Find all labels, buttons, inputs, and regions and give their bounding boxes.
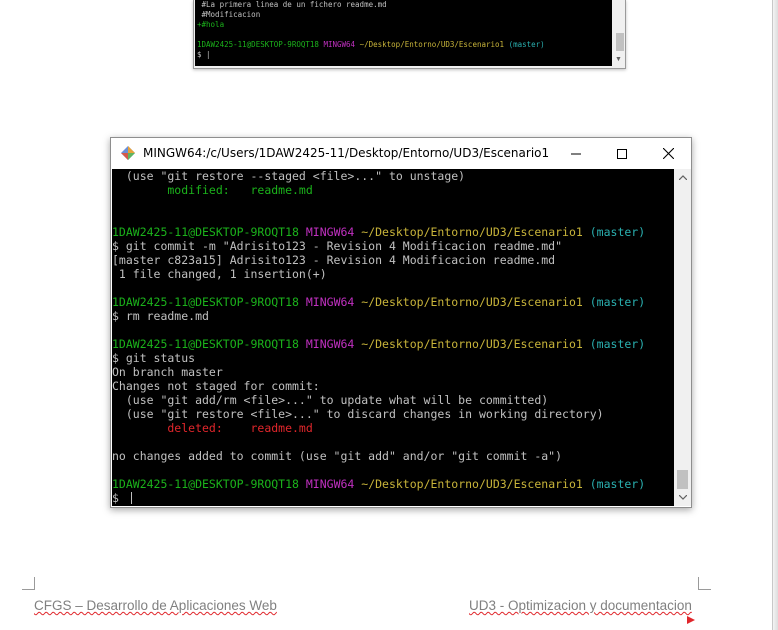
terminal-text: $ git status <box>112 351 196 365</box>
terminal-text: (master) <box>589 225 646 239</box>
terminal-line: 1DAW2425-11@DESKTOP-9ROQT18 MINGW64 ~/De… <box>112 295 674 309</box>
terminal-line: (use "git restore <file>..." to discard … <box>112 407 674 421</box>
terminal-window[interactable]: MINGW64:/c/Users/1DAW2425-11/Desktop/Ent… <box>110 137 692 508</box>
maximize-button[interactable] <box>599 138 645 169</box>
terminal-line: Changes not staged for commit: <box>112 379 674 393</box>
terminal-text: MINGW64 <box>323 40 360 49</box>
close-button[interactable] <box>645 138 691 169</box>
scroll-down-button[interactable] <box>674 489 691 506</box>
terminal-text: 1DAW2425-11@DESKTOP-9ROQT18 <box>112 477 306 491</box>
terminal-line: 1DAW2425-11@DESKTOP-9ROQT18 MINGW64 ~/De… <box>112 337 674 351</box>
terminal-text: modified: readme.md <box>112 183 313 197</box>
terminal-line: no changes added to commit (use "git add… <box>112 449 674 463</box>
terminal-text: (use "git restore <file>..." to discard … <box>112 407 604 421</box>
background-terminal-screen[interactable]: #La primera linea de un fichero readme.m… <box>195 0 612 66</box>
terminal-text: $ rm readme.md <box>112 309 209 323</box>
terminal-text: (master) <box>589 477 646 491</box>
terminal-text: ~/Desktop/Entorno/UD3/Escenario1 <box>359 40 509 49</box>
terminal-text: #La primera linea de un fichero readme.m… <box>197 0 387 9</box>
terminal-scrollbar[interactable] <box>674 169 691 506</box>
terminal-screen[interactable]: (use "git restore --staged <file>..." to… <box>112 169 674 506</box>
crop-mark-right <box>698 577 711 590</box>
terminal-line: $ rm readme.md <box>112 309 674 323</box>
terminal-text: $ | <box>197 50 211 59</box>
terminal-line: 1 file changed, 1 insertion(+) <box>112 267 674 281</box>
terminal-text: 1DAW2425-11@DESKTOP-9ROQT18 <box>112 295 306 309</box>
minimize-icon <box>571 153 581 154</box>
page-edge <box>772 0 778 630</box>
terminal-text: ~/Desktop/Entorno/UD3/Escenario1 <box>361 295 590 309</box>
terminal-line: (use "git restore --staged <file>..." to… <box>112 169 674 183</box>
title-bar[interactable]: MINGW64:/c/Users/1DAW2425-11/Desktop/Ent… <box>111 138 691 169</box>
terminal-text: ~/Desktop/Entorno/UD3/Escenario1 <box>361 337 590 351</box>
terminal-text: [master c823a15] Adrisito123 - Revision … <box>112 253 556 267</box>
chevron-up-icon <box>678 175 687 180</box>
minimize-button[interactable] <box>553 138 599 169</box>
terminal-line: 1DAW2425-11@DESKTOP-9ROQT18 MINGW64 ~/De… <box>112 225 674 239</box>
terminal-text: 1DAW2425-11@DESKTOP-9ROQT18 <box>112 225 306 239</box>
terminal-text: ~/Desktop/Entorno/UD3/Escenario1 <box>361 477 590 491</box>
red-triangle-icon <box>687 616 695 624</box>
terminal-text: (use "git restore --staged <file>..." to… <box>112 169 466 183</box>
terminal-text: 1DAW2425-11@DESKTOP-9ROQT18 <box>112 337 306 351</box>
footer-right-text: UD3 - Optimizacion y documentacion <box>469 598 692 613</box>
terminal-text: #Modificacion <box>197 10 261 19</box>
terminal-text: ~/Desktop/Entorno/UD3/Escenario1 <box>361 225 590 239</box>
terminal-text: (use "git add/rm <file>..." to update wh… <box>112 393 549 407</box>
terminal-text: no changes added to commit (use "git add… <box>112 449 563 463</box>
footer-left-text: CFGS – Desarrollo de Aplicaciones Web <box>34 598 277 613</box>
git-diamond-icon <box>121 146 135 160</box>
terminal-line: $ git status <box>112 351 674 365</box>
maximize-icon <box>617 148 627 159</box>
terminal-text: (master) <box>589 337 646 351</box>
terminal-line: #La primera linea de un fichero readme.m… <box>195 0 612 10</box>
terminal-line: [master c823a15] Adrisito123 - Revision … <box>112 253 674 267</box>
terminal-line: On branch master <box>112 365 674 379</box>
terminal-line: +#hola <box>195 20 612 30</box>
scrollbar-thumb[interactable] <box>616 33 624 51</box>
terminal-text: MINGW64 <box>305 225 362 239</box>
background-terminal-scrollbar[interactable]: ▼ <box>614 0 625 66</box>
crop-mark-left <box>22 577 35 590</box>
chevron-down-icon[interactable]: ▼ <box>615 56 622 64</box>
terminal-text: (master) <box>508 40 545 49</box>
terminal-line: 1DAW2425-11@DESKTOP-9ROQT18 MINGW64 ~/De… <box>112 477 674 491</box>
background-terminal-window[interactable]: #La primera linea de un fichero readme.m… <box>193 0 626 69</box>
terminal-line: #Modificacion <box>195 10 612 20</box>
terminal-text: (master) <box>589 295 646 309</box>
terminal-text: MINGW64 <box>305 337 362 351</box>
chevron-down-icon <box>678 495 687 500</box>
terminal-text: On branch master <box>112 365 223 379</box>
terminal-text: 1DAW2425-11@DESKTOP-9ROQT18 <box>197 40 324 49</box>
terminal-line: $ <box>112 491 674 505</box>
terminal-text: $ git commit -m "Adrisito123 - Revision … <box>112 239 563 253</box>
scroll-up-button[interactable] <box>674 169 691 186</box>
terminal-text: MINGW64 <box>305 295 362 309</box>
text-cursor <box>130 492 132 504</box>
terminal-line: modified: readme.md <box>112 183 674 197</box>
terminal-line: 1DAW2425-11@DESKTOP-9ROQT18 MINGW64 ~/De… <box>195 40 612 50</box>
terminal-line: $ git commit -m "Adrisito123 - Revision … <box>112 239 674 253</box>
terminal-line: (use "git add/rm <file>..." to update wh… <box>112 393 674 407</box>
terminal-line: deleted: readme.md <box>112 421 674 435</box>
terminal-text: MINGW64 <box>305 477 362 491</box>
close-icon <box>662 148 674 159</box>
window-title: MINGW64:/c/Users/1DAW2425-11/Desktop/Ent… <box>143 146 550 160</box>
terminal-text: deleted: readme.md <box>112 421 313 435</box>
terminal-text: Changes not staged for commit: <box>112 379 320 393</box>
terminal-text: $ <box>112 491 126 505</box>
terminal-text: +#hola <box>197 20 225 29</box>
terminal-text: 1 file changed, 1 insertion(+) <box>112 267 327 281</box>
scrollbar-thumb[interactable] <box>677 470 688 489</box>
terminal-line: $ | <box>195 50 612 60</box>
